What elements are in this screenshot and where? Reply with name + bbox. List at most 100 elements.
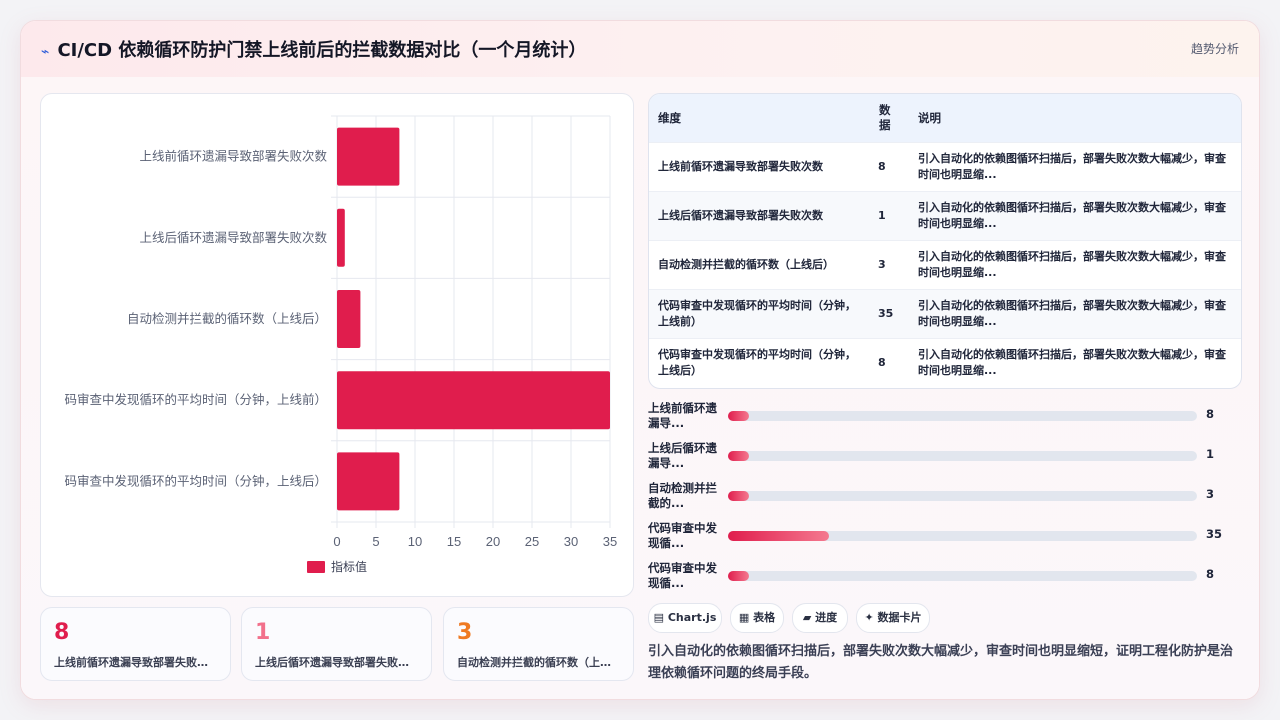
progress-track: [728, 411, 1197, 421]
table-cell-description: 引入自动化的依赖图循环扫描后，部署失败次数大幅减少，审查时间也明显缩...: [909, 240, 1241, 290]
header-bar: ⌁ CI/CD 依赖循环防护门禁上线前后的拦截数据对比（一个月统计） 趋势分析: [21, 21, 1259, 78]
column-header-data: 数据: [869, 94, 909, 143]
table-cell-value: 1: [869, 191, 909, 241]
chip-label: Chart.js: [667, 611, 717, 624]
x-tick-label: 20: [486, 534, 500, 549]
stat-value: 8: [54, 620, 70, 645]
progress-track: [728, 451, 1197, 461]
column-header-dimension: 维度: [649, 94, 869, 143]
stat-card-3: 3 自动检测并拦截的循环数（上线后）: [443, 607, 634, 681]
table-cell-dimension: 代码审查中发现循环的平均时间（分钟，上线前）: [649, 289, 869, 339]
table-header-row: 维度 数据 说明: [649, 94, 1241, 143]
progress-label: 自动检测并拦截的...: [648, 481, 717, 510]
table-cell-value: 3: [869, 240, 909, 290]
table-row: 代码审查中发现循环的平均时间（分钟，上线后） 8 引入自动化的依赖图循环扫描后，…: [649, 338, 1241, 387]
progress-track: [728, 531, 1197, 541]
progress-fill: [728, 491, 750, 501]
chart-bar: [337, 208, 345, 267]
x-tick-label: 15: [447, 534, 461, 549]
table-cell-dimension: 代码审查中发现循环的平均时间（分钟，上线后）: [649, 338, 869, 387]
stat-card-1: 8 上线前循环遗漏导致部署失败次数: [40, 607, 231, 681]
chip-label: 数据卡片: [877, 611, 922, 624]
table-row: 自动检测并拦截的循环数（上线后） 3 引入自动化的依赖图循环扫描后，部署失败次数…: [649, 240, 1241, 290]
progress-label: 上线后循环遗漏导...: [648, 441, 717, 470]
x-tick-label: 10: [408, 534, 422, 549]
x-tick-label: 5: [372, 534, 379, 549]
table-row: 上线前循环遗漏导致部署失败次数 8 引入自动化的依赖图循环扫描后，部署失败次数大…: [649, 142, 1241, 192]
trend-analysis-link[interactable]: 趋势分析: [1191, 40, 1239, 57]
table-cell-description: 引入自动化的依赖图循环扫描后，部署失败次数大幅减少，审查时间也明显缩...: [909, 142, 1241, 192]
table-cell-dimension: 上线前循环遗漏导致部署失败次数: [649, 142, 869, 192]
sparkle-icon: ✦: [864, 611, 874, 624]
progress-label: 代码审查中发现循...: [648, 561, 717, 590]
table-row: 代码审查中发现循环的平均时间（分钟，上线前） 35 引入自动化的依赖图循环扫描后…: [649, 289, 1241, 339]
bar-chart: 0 5 10 15 20 25 30 35 上线前循环遗漏导致部署失败次数上线后循环遗漏导致部署…: [64, 115, 617, 574]
table-cell-value: 8: [869, 142, 909, 192]
chart-bar: [337, 290, 361, 348]
x-tick-label: 0: [333, 534, 340, 549]
stat-card-2: 1 上线后循环遗漏导致部署失败次数: [241, 607, 432, 681]
page-title-text: CI/CD 依赖循环防护门禁上线前后的拦截数据对比（一个月统计）: [57, 40, 587, 61]
page-title: ⌁ CI/CD 依赖循环防护门禁上线前后的拦截数据对比（一个月统计）: [41, 36, 586, 62]
y-category-label: 自动检测并拦截的循环数（上线后）: [127, 311, 327, 326]
table-cell-dimension: 上线后循环遗漏导致部署失败次数: [649, 191, 869, 241]
dashboard-card: ⌁ CI/CD 依赖循环防护门禁上线前后的拦截数据对比（一个月统计） 趋势分析 0…: [20, 20, 1260, 700]
x-tick-label: 30: [564, 534, 578, 549]
table-cell-description: 引入自动化的依赖图循环扫描后，部署失败次数大幅减少，审查时间也明显缩...: [909, 289, 1241, 339]
stat-value: 1: [255, 620, 271, 645]
line-chart-icon: ⌁: [41, 44, 50, 60]
progress-row: 上线后循环遗漏导... 1: [648, 441, 1240, 475]
x-tick-label: 25: [525, 534, 539, 549]
y-category-label: 码审查中发现循环的平均时间（分钟，上线前）: [64, 392, 327, 407]
y-category-label: 上线后循环遗漏导致部署失败次数: [139, 230, 327, 245]
chip-label: 表格: [753, 611, 776, 624]
stat-label: 上线后循环遗漏导致部署失败次数: [255, 656, 418, 669]
table-cell-description: 引入自动化的依赖图循环扫描后，部署失败次数大幅减少，审查时间也明显缩...: [909, 191, 1241, 241]
progress-value: 8: [1206, 407, 1215, 421]
y-category-label: 上线前循环遗漏导致部署失败次数: [139, 149, 327, 164]
chip-label: 进度: [815, 611, 838, 624]
chip-table[interactable]: ▦ 表格: [730, 603, 784, 633]
progress-value: 1: [1206, 447, 1215, 461]
stat-label: 自动检测并拦截的循环数（上线后）: [457, 656, 620, 669]
table-cell-value: 35: [869, 289, 909, 339]
progress-track: [728, 491, 1197, 501]
chip-chartjs[interactable]: ▤ Chart.js: [648, 603, 722, 633]
progress-fill: [728, 411, 750, 421]
summary-text: 引入自动化的依赖图循环扫描后，部署失败次数大幅减少，审查时间也明显缩短，证明工程…: [648, 644, 1234, 681]
stat-value: 3: [457, 620, 473, 645]
table-cell-value: 8: [869, 338, 909, 387]
chip-data-card[interactable]: ✦ 数据卡片: [856, 603, 930, 633]
progress-track: [728, 571, 1197, 581]
progress-fill: [728, 531, 830, 541]
table-cell-dimension: 自动检测并拦截的循环数（上线后）: [649, 240, 869, 290]
table-row: 上线后循环遗漏导致部署失败次数 1 引入自动化的依赖图循环扫描后，部署失败次数大…: [649, 191, 1241, 241]
progress-icon: ▰: [802, 611, 812, 624]
progress-row: 代码审查中发现循... 8: [648, 561, 1240, 595]
chart-bar: [337, 452, 400, 511]
legend-label: 指标值: [331, 559, 367, 574]
progress-fill: [728, 571, 750, 581]
progress-label: 代码审查中发现循...: [648, 521, 717, 550]
progress-fill: [728, 451, 750, 461]
chart-bar: [337, 371, 610, 430]
table-icon: ▦: [738, 611, 750, 624]
grid-icon: ▤: [653, 611, 665, 624]
progress-row: 自动检测并拦截的... 3: [648, 481, 1240, 515]
column-header-description: 说明: [909, 94, 1241, 143]
bar-chart-panel: 0 5 10 15 20 25 30 35 上线前循环遗漏导致部署失败次数 上线后循环遗漏导致部署…: [40, 93, 634, 597]
progress-value: 35: [1206, 527, 1223, 541]
progress-value: 3: [1206, 487, 1215, 501]
progress-row: 代码审查中发现循... 35: [648, 521, 1240, 555]
progress-label: 上线前循环遗漏导...: [648, 401, 717, 430]
x-tick-label: 35: [603, 534, 617, 549]
legend-swatch: [307, 561, 325, 573]
progress-value: 8: [1206, 567, 1215, 581]
stat-label: 上线前循环遗漏导致部署失败次数: [54, 656, 217, 669]
y-category-label: 码审查中发现循环的平均时间（分钟，上线后）: [64, 473, 327, 488]
chip-progress[interactable]: ▰ 进度: [792, 603, 848, 633]
table-cell-description: 引入自动化的依赖图循环扫描后，部署失败次数大幅减少，审查时间也明显缩...: [909, 338, 1241, 387]
data-table: 维度 数据 说明 上线前循环遗漏导致部署失败次数 8 引入自动化的依赖图循环扫描…: [648, 93, 1242, 389]
chart-bar: [337, 127, 400, 186]
progress-row: 上线前循环遗漏导... 8: [648, 401, 1240, 435]
